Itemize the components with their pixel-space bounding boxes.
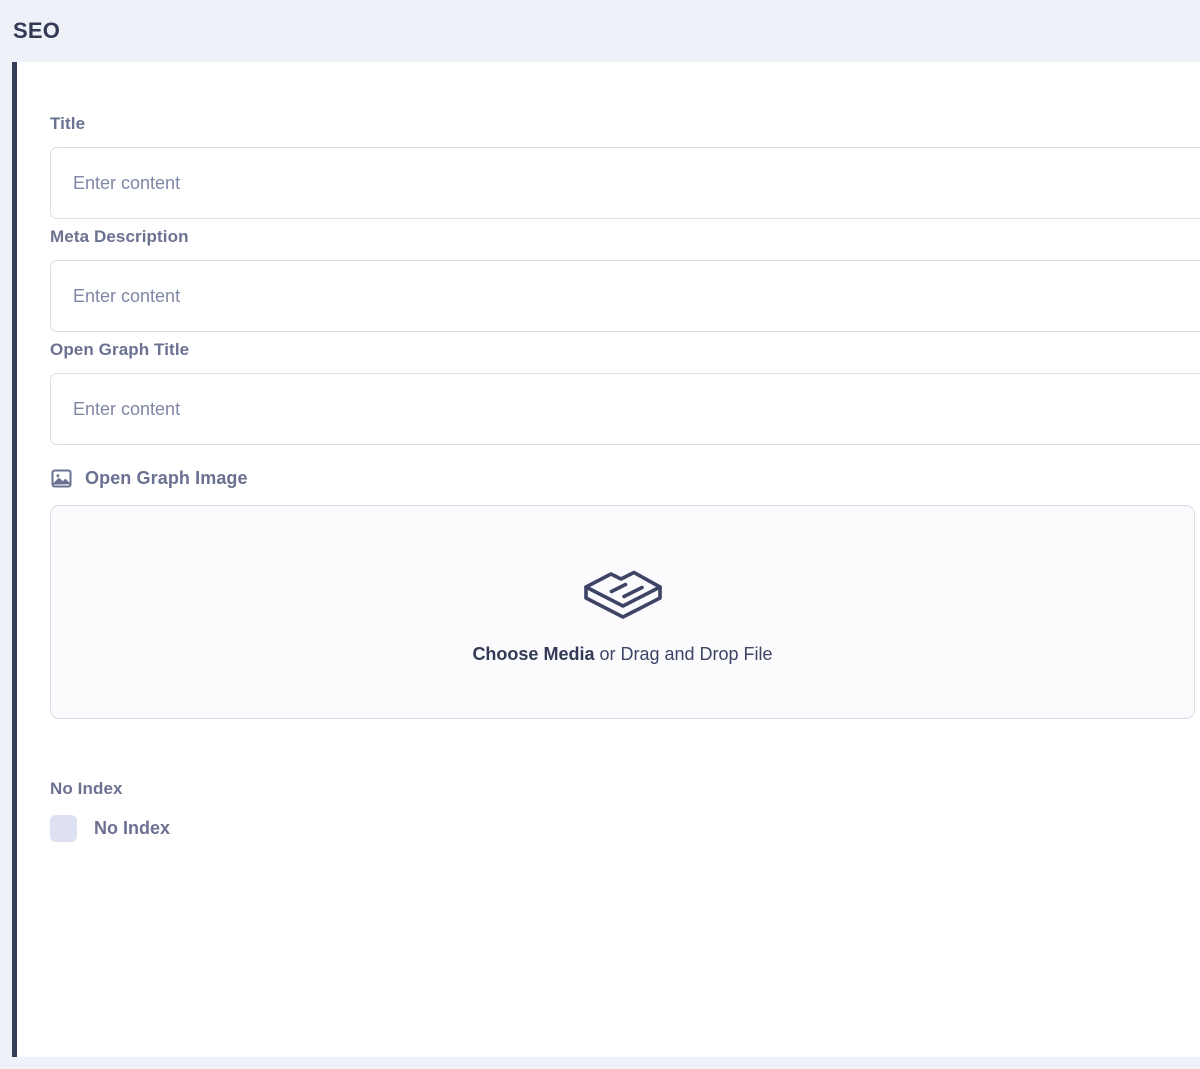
no-index-checkbox-row[interactable]: No Index: [50, 815, 1200, 842]
field-open-graph-title: Open Graph Title: [50, 340, 1200, 445]
drag-drop-hint: or Drag and Drop File: [594, 643, 773, 664]
choose-media-label[interactable]: Choose Media: [472, 644, 594, 664]
dropzone-text: Choose Media or Drag and Drop File: [472, 644, 772, 665]
seo-panel-wrapper: Title Meta Description Open Graph Title: [0, 62, 1200, 1057]
field-title: Title: [50, 114, 1200, 219]
field-label-title: Title: [50, 114, 86, 133]
meta-description-input[interactable]: [50, 260, 1200, 332]
open-graph-title-input[interactable]: [50, 373, 1200, 445]
field-label-open-graph-title: Open Graph Title: [50, 340, 190, 359]
field-label-meta-description: Meta Description: [50, 227, 189, 246]
page-header: SEO: [0, 0, 1200, 62]
page-title: SEO: [13, 18, 61, 43]
field-meta-description: Meta Description: [50, 227, 1200, 332]
seo-form-panel: Title Meta Description Open Graph Title: [17, 62, 1200, 1057]
no-index-section-label: No Index: [50, 779, 123, 798]
field-open-graph-image: Open Graph Image Choose Media or Drag an…: [50, 467, 1200, 719]
media-dropzone[interactable]: Choose Media or Drag and Drop File: [50, 505, 1195, 719]
image-icon: [50, 467, 73, 490]
no-index-checkbox[interactable]: [50, 815, 77, 842]
no-index-checkbox-label: No Index: [94, 818, 171, 838]
open-graph-image-label-text: Open Graph Image: [85, 468, 248, 488]
field-no-index: No Index No Index: [50, 779, 1200, 842]
field-label-open-graph-image: Open Graph Image: [50, 467, 1200, 490]
title-input[interactable]: [50, 147, 1200, 219]
media-box-icon: [580, 560, 666, 622]
